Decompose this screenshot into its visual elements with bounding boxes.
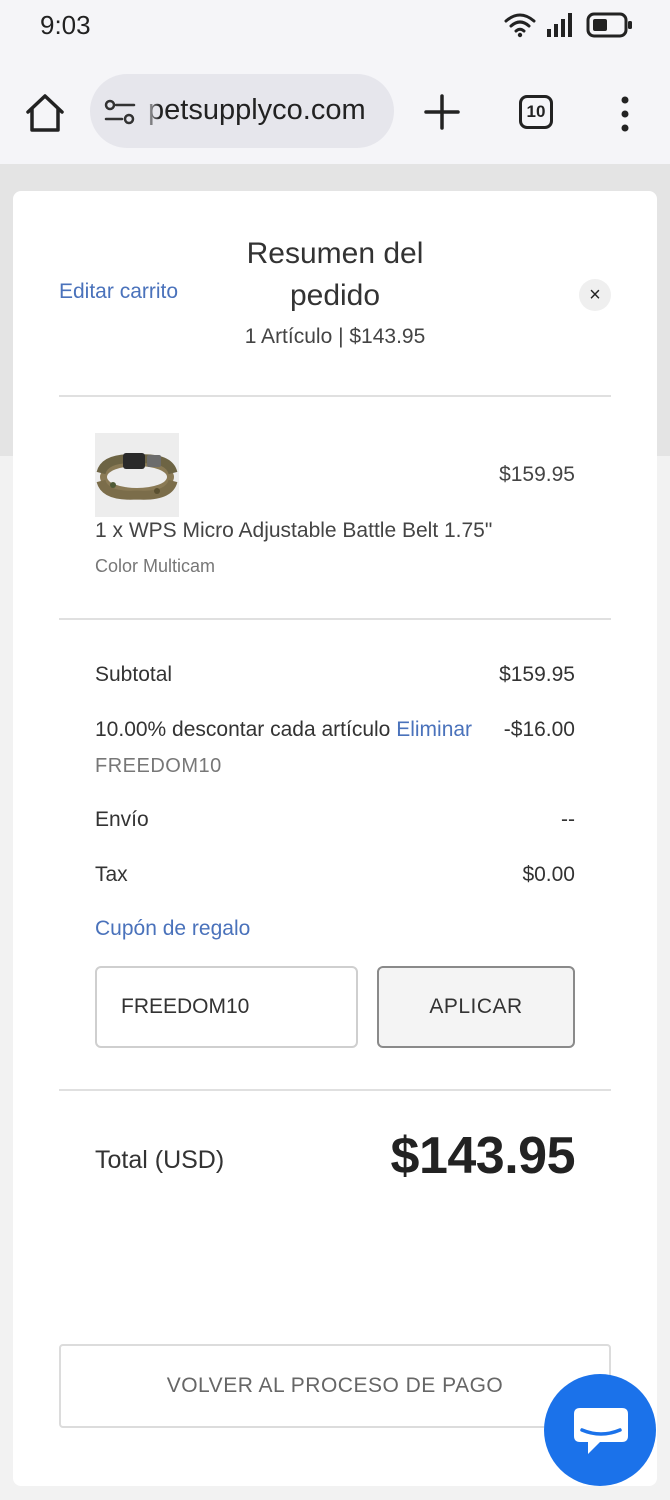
total-label: Total (USD) xyxy=(95,1146,225,1174)
item-name: 1 x WPS Micro Adjustable Battle Belt 1.7… xyxy=(95,519,493,542)
edit-cart-link[interactable]: Editar carrito xyxy=(59,280,178,304)
tax-label: Tax xyxy=(95,863,128,886)
item-variant: Color Multicam xyxy=(95,556,216,576)
remove-discount-link[interactable]: Eliminar xyxy=(396,718,472,741)
plus-icon[interactable] xyxy=(420,90,464,134)
modal-subtitle: 1 Artículo | $143.95 xyxy=(244,325,426,348)
item-price: $159.95 xyxy=(499,463,575,486)
tabs-icon[interactable]: 10 xyxy=(519,95,553,129)
discount-text: 10.00% descontar cada artículo xyxy=(95,718,391,741)
browser-toolbar: petsupplyco.com 10 xyxy=(0,52,670,164)
subtotal-label: Subtotal xyxy=(95,663,173,686)
url-fade xyxy=(142,74,160,148)
modal-title: Resumen del pedido xyxy=(246,237,424,312)
chat-button[interactable] xyxy=(544,1374,656,1486)
divider xyxy=(59,618,611,620)
tune-icon[interactable] xyxy=(104,99,136,125)
url-text: petsupplyco.com xyxy=(148,94,366,126)
discount-label: 10.00% descontar cada artículo Eliminar xyxy=(95,718,472,742)
product-image xyxy=(95,433,179,517)
apply-button[interactable]: APLICAR xyxy=(377,966,575,1048)
divider xyxy=(59,395,611,397)
battery-icon xyxy=(586,12,632,38)
subtotal-value: $159.95 xyxy=(499,663,575,686)
coupon-input[interactable] xyxy=(95,966,358,1048)
tax-value: $0.00 xyxy=(522,863,575,886)
signal-icon xyxy=(547,13,572,37)
status-icons xyxy=(504,10,634,40)
status-time: 9:03 xyxy=(40,10,91,40)
shipping-value: -- xyxy=(561,808,575,831)
status-bar: 9:03 xyxy=(0,0,670,52)
wifi-icon xyxy=(504,13,536,38)
chat-icon xyxy=(574,1408,628,1454)
home-icon[interactable] xyxy=(22,90,68,136)
total-value: $143.95 xyxy=(390,1127,576,1185)
back-to-checkout-button[interactable]: VOLVER AL PROCESO DE PAGO xyxy=(59,1344,611,1428)
address-bar[interactable]: petsupplyco.com xyxy=(90,74,394,148)
order-summary-modal: Editar carrito Resumen del pedido 1 Artí… xyxy=(13,191,657,1486)
close-icon[interactable]: × xyxy=(579,279,611,311)
discount-value: -$16.00 xyxy=(503,718,575,741)
shipping-label: Envío xyxy=(95,808,149,831)
discount-code: FREEDOM10 xyxy=(95,755,222,777)
more-vert-icon[interactable] xyxy=(614,92,636,136)
gift-coupon-link[interactable]: Cupón de regalo xyxy=(95,917,250,941)
divider xyxy=(59,1089,611,1091)
